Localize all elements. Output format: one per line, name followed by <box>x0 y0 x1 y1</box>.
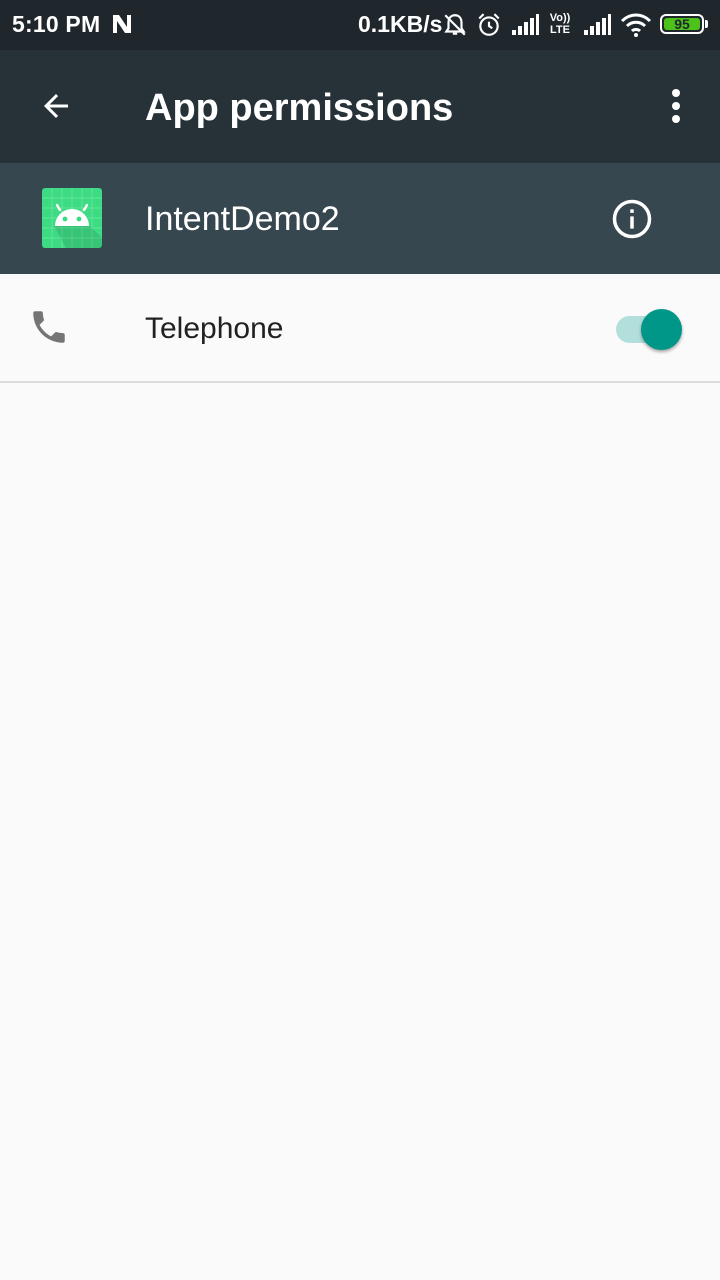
divider <box>0 381 720 383</box>
volte-icon: Vo)) LTE <box>548 12 572 38</box>
signal-icon <box>584 14 611 35</box>
arrow-back-icon <box>44 94 68 118</box>
signal-icon <box>512 14 539 35</box>
battery-icon: 95 <box>660 14 704 34</box>
alarm-icon <box>478 13 500 36</box>
android-icon <box>42 188 102 248</box>
status-bar: 5:10 PM 0.1KB/s Vo)) LTE 95 <box>0 0 720 50</box>
app-bar: App permissions <box>0 50 720 163</box>
volte-top-label: Vo)) <box>549 12 571 24</box>
bell-muted-icon <box>444 14 466 36</box>
battery-level: 95 <box>664 17 700 31</box>
more-options-button[interactable] <box>652 74 700 138</box>
battery-terminal <box>705 20 708 28</box>
page-title: App permissions <box>145 87 454 129</box>
permission-toggle[interactable] <box>614 304 686 352</box>
phone-icon <box>33 311 65 343</box>
back-button[interactable] <box>24 74 88 138</box>
status-time: 5:10 PM <box>12 11 101 37</box>
network-speed: 0.1KB/s <box>358 11 443 37</box>
permission-row-telephone[interactable]: Telephone <box>0 274 720 381</box>
app-name: IntentDemo2 <box>145 200 340 238</box>
info-icon <box>612 199 652 239</box>
volte-bottom-label: LTE <box>550 24 570 36</box>
app-info-button[interactable] <box>604 191 660 247</box>
app-header: IntentDemo2 <box>0 163 720 274</box>
permission-label: Telephone <box>145 312 284 345</box>
wifi-icon <box>620 13 652 37</box>
more-vertical-icon <box>672 89 680 123</box>
toggle-thumb <box>641 309 682 350</box>
notification-n-icon <box>113 15 131 33</box>
